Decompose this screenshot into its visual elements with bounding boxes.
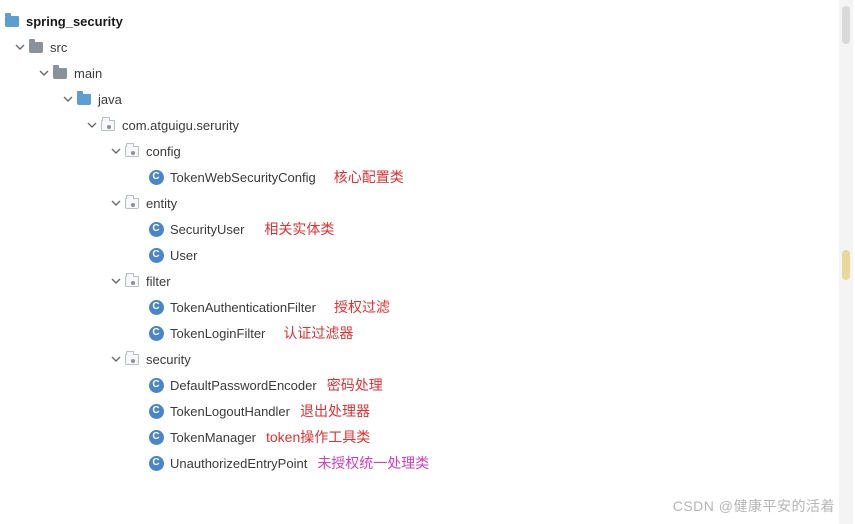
class-label: User [170, 248, 197, 263]
scroll-thumb[interactable] [842, 6, 850, 44]
package-icon [124, 143, 140, 159]
class-label: SecurityUser [170, 222, 244, 237]
tree-row-class[interactable]: C TokenWebSecurityConfig 核心配置类 [4, 164, 851, 190]
class-icon: C [148, 455, 164, 471]
root-label: spring_security [26, 14, 123, 29]
class-label: DefaultPasswordEncoder [170, 378, 317, 393]
class-label: TokenLoginFilter [170, 326, 265, 341]
package-icon [124, 195, 140, 211]
module-icon [4, 13, 20, 29]
tree-row-class[interactable]: C DefaultPasswordEncoder 密码处理 [4, 372, 851, 398]
tree-row-root[interactable]: spring_security [4, 8, 851, 34]
class-icon: C [148, 325, 164, 341]
tree-row-class[interactable]: C SecurityUser 相关实体类 [4, 216, 851, 242]
vertical-scrollbar[interactable] [839, 0, 853, 524]
tree-row-class[interactable]: C User [4, 242, 851, 268]
tree-row-package[interactable]: com.atguigu.serurity [4, 112, 851, 138]
project-tree: spring_security src main java com.at [0, 0, 855, 484]
annotation-text: 核心配置类 [334, 167, 404, 187]
chevron-down-icon[interactable] [36, 68, 52, 78]
tree-row-filter[interactable]: filter [4, 268, 851, 294]
tree-row-class[interactable]: C UnauthorizedEntryPoint 未授权统一处理类 [4, 450, 851, 476]
tree-row-security[interactable]: security [4, 346, 851, 372]
tree-row-java[interactable]: java [4, 86, 851, 112]
scroll-marker [842, 250, 850, 280]
class-label: TokenManager [170, 430, 256, 445]
class-label: TokenAuthenticationFilter [170, 300, 316, 315]
class-label: UnauthorizedEntryPoint [170, 456, 307, 471]
chevron-down-icon[interactable] [108, 198, 124, 208]
package-icon [124, 273, 140, 289]
annotation-text: 未授权统一处理类 [317, 453, 429, 473]
package-label: security [146, 352, 191, 367]
folder-label: src [50, 40, 67, 55]
tree-row-class[interactable]: C TokenManager token操作工具类 [4, 424, 851, 450]
package-icon [124, 351, 140, 367]
chevron-down-icon[interactable] [108, 354, 124, 364]
annotation-text: 认证过滤器 [283, 323, 353, 343]
tree-row-class[interactable]: C TokenLoginFilter 认证过滤器 [4, 320, 851, 346]
chevron-down-icon[interactable] [84, 120, 100, 130]
chevron-down-icon[interactable] [108, 146, 124, 156]
package-label: com.atguigu.serurity [122, 118, 239, 133]
annotation-text: token操作工具类 [266, 427, 370, 447]
class-icon: C [148, 221, 164, 237]
tree-row-config[interactable]: config [4, 138, 851, 164]
tree-row-class[interactable]: C TokenLogoutHandler 退出处理器 [4, 398, 851, 424]
annotation-text: 授权过滤 [334, 297, 390, 317]
class-icon: C [148, 403, 164, 419]
package-label: entity [146, 196, 177, 211]
watermark-text: CSDN @健康平安的活着 [673, 496, 835, 516]
annotation-text: 退出处理器 [300, 401, 370, 421]
class-icon: C [148, 377, 164, 393]
chevron-down-icon[interactable] [60, 94, 76, 104]
chevron-down-icon[interactable] [108, 276, 124, 286]
annotation-text: 密码处理 [327, 375, 383, 395]
class-icon: C [148, 169, 164, 185]
class-icon: C [148, 247, 164, 263]
package-label: filter [146, 274, 171, 289]
folder-label: java [98, 92, 122, 107]
tree-row-src[interactable]: src [4, 34, 851, 60]
package-icon [100, 117, 116, 133]
folder-icon [28, 39, 44, 55]
class-label: TokenLogoutHandler [170, 404, 290, 419]
annotation-text: 相关实体类 [264, 219, 334, 239]
tree-row-entity[interactable]: entity [4, 190, 851, 216]
chevron-down-icon[interactable] [12, 42, 28, 52]
folder-label: main [74, 66, 102, 81]
folder-icon [52, 65, 68, 81]
tree-row-class[interactable]: C TokenAuthenticationFilter 授权过滤 [4, 294, 851, 320]
class-icon: C [148, 299, 164, 315]
class-icon: C [148, 429, 164, 445]
source-folder-icon [76, 91, 92, 107]
package-label: config [146, 144, 181, 159]
tree-row-main[interactable]: main [4, 60, 851, 86]
class-label: TokenWebSecurityConfig [170, 170, 316, 185]
